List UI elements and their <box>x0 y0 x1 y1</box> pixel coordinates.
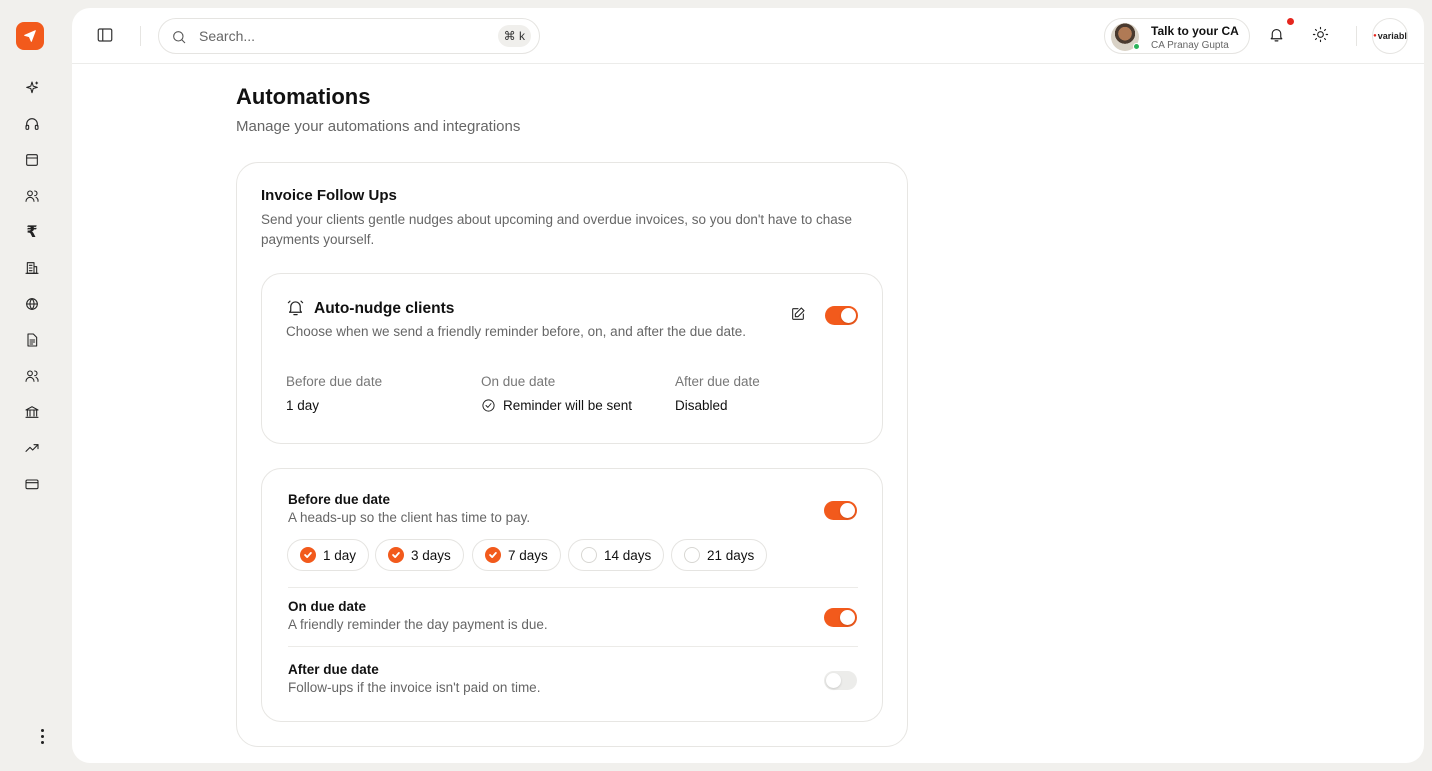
team-icon[interactable] <box>22 366 42 386</box>
option-chip-3-days[interactable]: 3 days <box>375 539 464 571</box>
page-subtitle: Manage your automations and integrations <box>236 118 521 135</box>
window-icon[interactable] <box>22 150 42 170</box>
sidebar-toggle-icon[interactable] <box>96 26 116 46</box>
bank-icon[interactable] <box>22 402 42 422</box>
page-title: Automations <box>236 84 371 109</box>
keyboard-shortcut-badge: ⌘ k <box>497 25 531 47</box>
left-rail: ₹ <box>0 0 64 771</box>
auto-nudge-title: Auto-nudge clients <box>314 300 455 317</box>
checkbox-unchecked <box>581 547 597 563</box>
section-description: Send your clients gentle nudges about up… <box>261 212 852 247</box>
divider <box>288 646 858 647</box>
summary-value: Reminder will be sent <box>481 398 632 413</box>
before-due-toggle[interactable] <box>824 501 857 520</box>
summary-value: 1 day <box>286 398 320 413</box>
search-icon <box>173 31 186 44</box>
search-input[interactable] <box>199 26 479 46</box>
checkbox-checked <box>300 547 316 563</box>
sparkles-icon[interactable] <box>22 78 42 98</box>
org-logo-text: variabl <box>1377 31 1407 41</box>
headphones-icon[interactable] <box>22 114 42 134</box>
auto-nudge-description: Choose when we send a friendly reminder … <box>286 324 747 339</box>
talk-to-ca-button[interactable]: Talk to your CA CA Pranay Gupta <box>1104 18 1250 54</box>
main-panel: ⌘ k Talk to your CA CA Pranay Gupta ●var… <box>72 8 1424 763</box>
org-logo[interactable]: ● variabl <box>1372 18 1408 54</box>
on-due-title: On due date <box>288 599 367 614</box>
auto-nudge-summary-card: Auto-nudge clients Choose when we send a… <box>261 273 883 444</box>
option-chip-21-days[interactable]: 21 days <box>671 539 768 571</box>
online-status-dot <box>1133 43 1140 50</box>
trending-up-icon[interactable] <box>22 438 42 458</box>
summary-value: Disabled <box>675 398 728 413</box>
on-due-toggle[interactable] <box>824 608 857 627</box>
rupee-icon[interactable]: ₹ <box>22 222 42 242</box>
after-due-description: Follow-ups if the invoice isn't paid on … <box>288 680 541 695</box>
checkbox-checked <box>388 547 404 563</box>
before-due-description: A heads-up so the client has time to pay… <box>288 510 531 525</box>
users-icon[interactable] <box>22 186 42 206</box>
auto-nudge-toggle[interactable] <box>825 306 858 325</box>
divider <box>140 26 141 46</box>
notification-badge <box>1287 18 1294 25</box>
reminder-settings-card: Before due date A heads-up so the client… <box>261 468 883 722</box>
checkbox-checked <box>485 547 501 563</box>
more-options-icon[interactable] <box>32 726 52 746</box>
option-chip-14-days[interactable]: 14 days <box>568 539 665 571</box>
option-chip-7-days[interactable]: 7 days <box>472 539 561 571</box>
bell-ring-icon <box>286 298 306 318</box>
paper-plane-icon <box>24 30 36 42</box>
summary-label: On due date <box>481 374 556 389</box>
option-chip-1-day[interactable]: 1 day <box>287 539 370 571</box>
summary-label: After due date <box>675 374 760 389</box>
bell-icon[interactable] <box>1268 26 1288 46</box>
edit-icon[interactable] <box>790 306 810 326</box>
document-icon[interactable] <box>22 330 42 350</box>
app-logo[interactable] <box>16 22 44 50</box>
divider <box>288 587 858 588</box>
check-circle-icon <box>482 399 495 412</box>
after-due-title: After due date <box>288 662 379 677</box>
before-due-title: Before due date <box>288 492 391 507</box>
section-title: Invoice Follow Ups <box>261 187 397 204</box>
credit-card-icon[interactable] <box>22 474 42 494</box>
ca-title: Talk to your CA <box>1151 24 1239 38</box>
search-bar[interactable]: ⌘ k <box>158 18 540 54</box>
building-icon[interactable] <box>22 258 42 278</box>
invoice-follow-ups-card: Invoice Follow Ups Send your clients gen… <box>236 162 908 747</box>
ca-name: CA Pranay Gupta <box>1151 40 1229 51</box>
summary-label: Before due date <box>286 374 383 389</box>
on-due-description: A friendly reminder the day payment is d… <box>288 617 548 632</box>
globe-icon[interactable] <box>22 294 42 314</box>
divider <box>1356 26 1357 46</box>
checkbox-unchecked <box>684 547 700 563</box>
sun-icon[interactable] <box>1312 26 1332 46</box>
after-due-toggle[interactable] <box>824 671 857 690</box>
top-bar: ⌘ k Talk to your CA CA Pranay Gupta ●var… <box>72 8 1424 64</box>
